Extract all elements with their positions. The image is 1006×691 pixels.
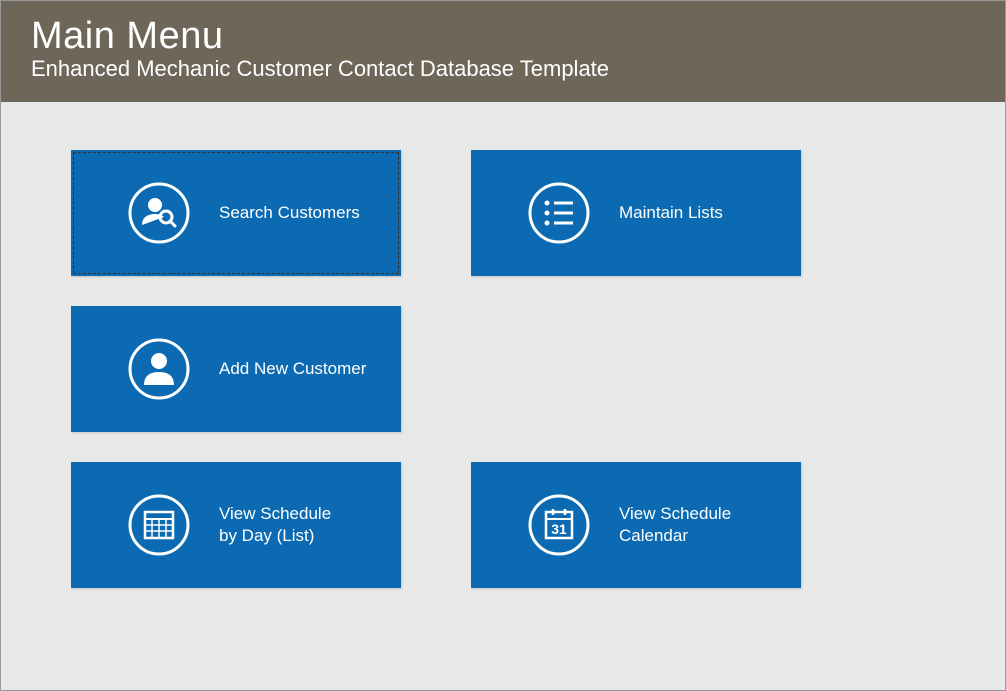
calendar-grid-icon (127, 493, 191, 557)
search-customers-button[interactable]: Search Customers (71, 150, 401, 276)
header: Main Menu Enhanced Mechanic Customer Con… (1, 1, 1005, 102)
tile-label: Add New Customer (219, 358, 366, 380)
tile-row: View Schedule by Day (List) 31 View Sche… (71, 462, 935, 588)
tile-grid: Search Customers Maintain Lists (71, 150, 935, 588)
content-area: Search Customers Maintain Lists (1, 102, 1005, 636)
tile-label: View Schedule by Day (List) (219, 503, 331, 547)
list-icon (527, 181, 591, 245)
page-title: Main Menu (31, 15, 975, 58)
tile-label: Search Customers (219, 202, 360, 224)
add-new-customer-button[interactable]: Add New Customer (71, 306, 401, 432)
person-icon (127, 337, 191, 401)
maintain-lists-button[interactable]: Maintain Lists (471, 150, 801, 276)
page-subtitle: Enhanced Mechanic Customer Contact Datab… (31, 56, 975, 82)
tile-label: Maintain Lists (619, 202, 723, 224)
svg-text:31: 31 (551, 521, 567, 537)
calendar-day-icon: 31 (527, 493, 591, 557)
tile-row: Search Customers Maintain Lists (71, 150, 935, 276)
view-schedule-by-day-button[interactable]: View Schedule by Day (List) (71, 462, 401, 588)
tile-row: Add New Customer (71, 306, 935, 432)
person-search-icon (127, 181, 191, 245)
view-schedule-calendar-button[interactable]: 31 View Schedule Calendar (471, 462, 801, 588)
tile-label: View Schedule Calendar (619, 503, 731, 547)
